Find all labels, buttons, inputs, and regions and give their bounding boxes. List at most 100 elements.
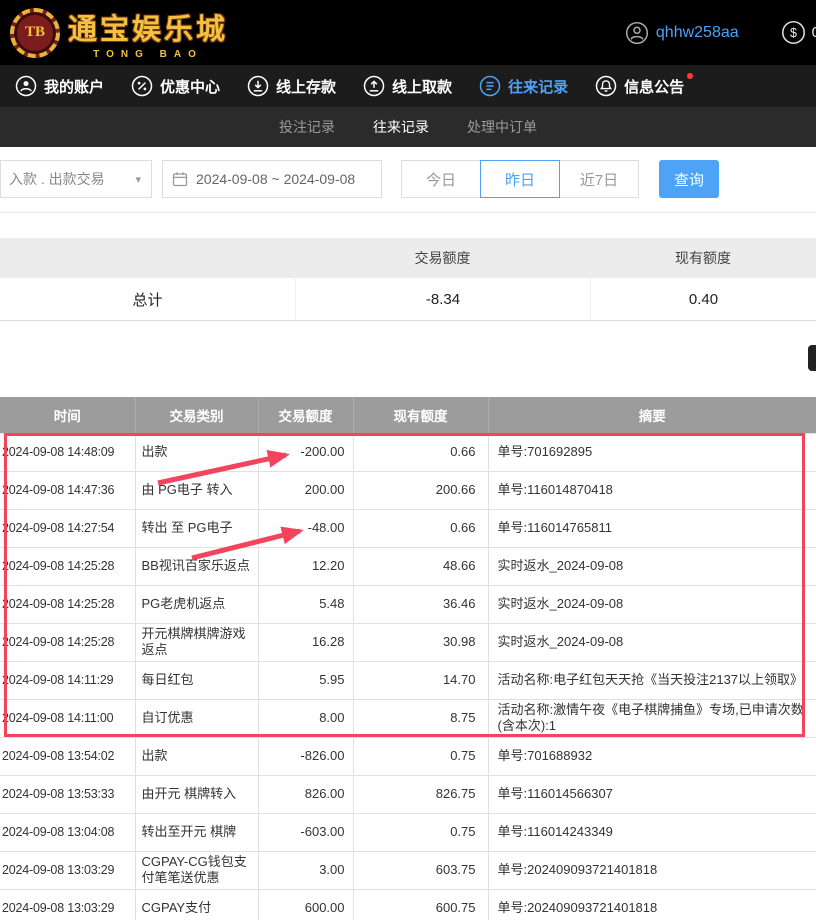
cell-balance: 8.75 bbox=[353, 699, 488, 737]
table-row: 2024-09-08 14:27:54转出 至 PG电子-48.000.66单号… bbox=[0, 509, 816, 547]
cell-amount: 5.48 bbox=[258, 585, 353, 623]
logo-chip-icon: TB bbox=[10, 8, 60, 58]
cell-note: 实时返水_2024-09-08 bbox=[488, 547, 816, 585]
tab-transaction-records[interactable]: 往来记录 bbox=[373, 117, 429, 137]
nav-label: 我的账户 bbox=[44, 76, 104, 97]
cell-amount: 600.00 bbox=[258, 889, 353, 920]
cell-note: 单号:202409093721401818 bbox=[488, 851, 816, 889]
summary-total-balance: 0.40 bbox=[590, 278, 816, 320]
user-area: qhhw258aa $ 0 bbox=[625, 20, 816, 45]
search-button[interactable]: 查询 bbox=[659, 160, 719, 198]
page: TB 通宝娱乐城 TONG BAO qhhw258aa $ 0 bbox=[0, 0, 816, 920]
cell-type: 出款 bbox=[135, 737, 258, 775]
nav-item-withdraw[interactable]: 线上取款 bbox=[363, 75, 452, 97]
transaction-type-select[interactable]: 入款 . 出款交易 ▾ bbox=[0, 160, 152, 198]
cell-amount: -48.00 bbox=[258, 509, 353, 547]
cell-note: 活动名称:激情午夜《电子棋牌捕鱼》专场,已申请次数(含本次):1 bbox=[488, 699, 816, 737]
cell-type: 由开元 棋牌转入 bbox=[135, 775, 258, 813]
cell-amount: 200.00 bbox=[258, 471, 353, 509]
main-nav: 我的账户 优惠中心 线上存款 bbox=[0, 65, 816, 107]
nav-item-my-account[interactable]: 我的账户 bbox=[15, 75, 104, 97]
cell-time: 2024-09-08 14:25:28 bbox=[0, 623, 135, 661]
cell-note: 单号:701688932 bbox=[488, 737, 816, 775]
cell-time: 2024-09-08 14:47:36 bbox=[0, 471, 135, 509]
nav-label: 往来记录 bbox=[508, 76, 568, 97]
cell-balance: 603.75 bbox=[353, 851, 488, 889]
cell-type: 由 PG电子 转入 bbox=[135, 471, 258, 509]
cell-amount: -200.00 bbox=[258, 433, 353, 471]
table-row: 2024-09-08 14:48:09出款-200.000.66单号:70169… bbox=[0, 433, 816, 471]
nav-label: 优惠中心 bbox=[160, 76, 220, 97]
table-row: 2024-09-08 13:53:33由开元 棋牌转入826.00826.75单… bbox=[0, 775, 816, 813]
top-header: TB 通宝娱乐城 TONG BAO qhhw258aa $ 0 bbox=[0, 0, 816, 65]
table-header-row: 时间 交易类别 交易额度 现有额度 摘要 bbox=[0, 397, 816, 433]
bell-icon bbox=[595, 75, 617, 97]
balance-value: 0 bbox=[812, 24, 816, 41]
col-header-balance: 现有额度 bbox=[353, 397, 488, 433]
cell-balance: 200.66 bbox=[353, 471, 488, 509]
cell-time: 2024-09-08 14:25:28 bbox=[0, 547, 135, 585]
cell-time: 2024-09-08 14:11:00 bbox=[0, 699, 135, 737]
cell-type: 转出至开元 棋牌 bbox=[135, 813, 258, 851]
chevron-down-icon: ▾ bbox=[135, 173, 141, 186]
col-header-note: 摘要 bbox=[488, 397, 816, 433]
last-7-days-button[interactable]: 近7日 bbox=[559, 160, 639, 198]
username[interactable]: qhhw258aa bbox=[656, 24, 739, 42]
tab-pending-orders[interactable]: 处理中订单 bbox=[467, 117, 537, 137]
logo-chip-text: TB bbox=[25, 24, 45, 41]
brand-name-en: TONG BAO bbox=[93, 49, 203, 60]
cell-type: CGPAY支付 bbox=[135, 889, 258, 920]
cell-balance: 0.75 bbox=[353, 737, 488, 775]
brand-name-cn: 通宝娱乐城 bbox=[68, 6, 228, 48]
wallet-icon[interactable]: $ bbox=[781, 20, 806, 45]
summary-header-empty bbox=[0, 238, 295, 278]
date-range-value: 2024-09-08 ~ 2024-09-08 bbox=[196, 171, 355, 187]
deposit-icon bbox=[247, 75, 269, 97]
nav-item-transaction-records[interactable]: 往来记录 bbox=[479, 75, 568, 97]
summary-table: 交易额度 现有额度 总计 -8.34 0.40 bbox=[0, 238, 816, 321]
cell-balance: 36.46 bbox=[353, 585, 488, 623]
brand-text: 通宝娱乐城 TONG BAO bbox=[68, 6, 228, 60]
cell-time: 2024-09-08 14:27:54 bbox=[0, 509, 135, 547]
nav-item-promotions[interactable]: 优惠中心 bbox=[131, 75, 220, 97]
promo-icon bbox=[131, 75, 153, 97]
cell-time: 2024-09-08 13:53:33 bbox=[0, 775, 135, 813]
nav-item-announcements[interactable]: 信息公告 bbox=[595, 75, 684, 97]
cell-balance: 0.75 bbox=[353, 813, 488, 851]
summary-total-row: 总计 -8.34 0.40 bbox=[0, 278, 816, 321]
side-widget[interactable] bbox=[808, 345, 816, 371]
brand-logo[interactable]: TB 通宝娱乐城 TONG BAO bbox=[10, 6, 228, 60]
yesterday-button[interactable]: 昨日 bbox=[480, 160, 560, 198]
cell-amount: 5.95 bbox=[258, 661, 353, 699]
cell-note: 单号:116014870418 bbox=[488, 471, 816, 509]
cell-time: 2024-09-08 14:11:29 bbox=[0, 661, 135, 699]
calendar-icon bbox=[172, 171, 188, 187]
table-row: 2024-09-08 14:11:00自订优惠8.008.75活动名称:激情午夜… bbox=[0, 699, 816, 737]
summary-total-amount: -8.34 bbox=[295, 278, 590, 320]
table-row: 2024-09-08 13:04:08转出至开元 棋牌-603.000.75单号… bbox=[0, 813, 816, 851]
notification-dot bbox=[687, 73, 693, 79]
cell-amount: 8.00 bbox=[258, 699, 353, 737]
cell-time: 2024-09-08 13:04:08 bbox=[0, 813, 135, 851]
cell-balance: 0.66 bbox=[353, 509, 488, 547]
cell-type: 每日红包 bbox=[135, 661, 258, 699]
summary-header-amount: 交易额度 bbox=[295, 238, 590, 278]
date-range-picker[interactable]: 2024-09-08 ~ 2024-09-08 bbox=[162, 160, 382, 198]
tab-bet-records[interactable]: 投注记录 bbox=[279, 117, 335, 137]
cell-balance: 30.98 bbox=[353, 623, 488, 661]
table-row: 2024-09-08 13:54:02出款-826.000.75单号:70168… bbox=[0, 737, 816, 775]
today-button[interactable]: 今日 bbox=[401, 160, 481, 198]
cell-amount: -826.00 bbox=[258, 737, 353, 775]
cell-note: 单号:116014765811 bbox=[488, 509, 816, 547]
cell-note: 活动名称:电子红包天天抢《当天投注2137以上领取》 bbox=[488, 661, 816, 699]
table-row: 2024-09-08 13:03:29CGPAY-CG钱包支付笔笔送优惠3.00… bbox=[0, 851, 816, 889]
cell-balance: 600.75 bbox=[353, 889, 488, 920]
quick-range-group: 今日 昨日 近7日 bbox=[402, 160, 639, 198]
cell-note: 单号:701692895 bbox=[488, 433, 816, 471]
cell-note: 实时返水_2024-09-08 bbox=[488, 623, 816, 661]
cell-balance: 826.75 bbox=[353, 775, 488, 813]
filter-bar: 入款 . 出款交易 ▾ 2024-09-08 ~ 2024-09-08 今日 昨… bbox=[0, 147, 816, 213]
nav-item-deposit[interactable]: 线上存款 bbox=[247, 75, 336, 97]
cell-time: 2024-09-08 14:48:09 bbox=[0, 433, 135, 471]
cell-type: 出款 bbox=[135, 433, 258, 471]
